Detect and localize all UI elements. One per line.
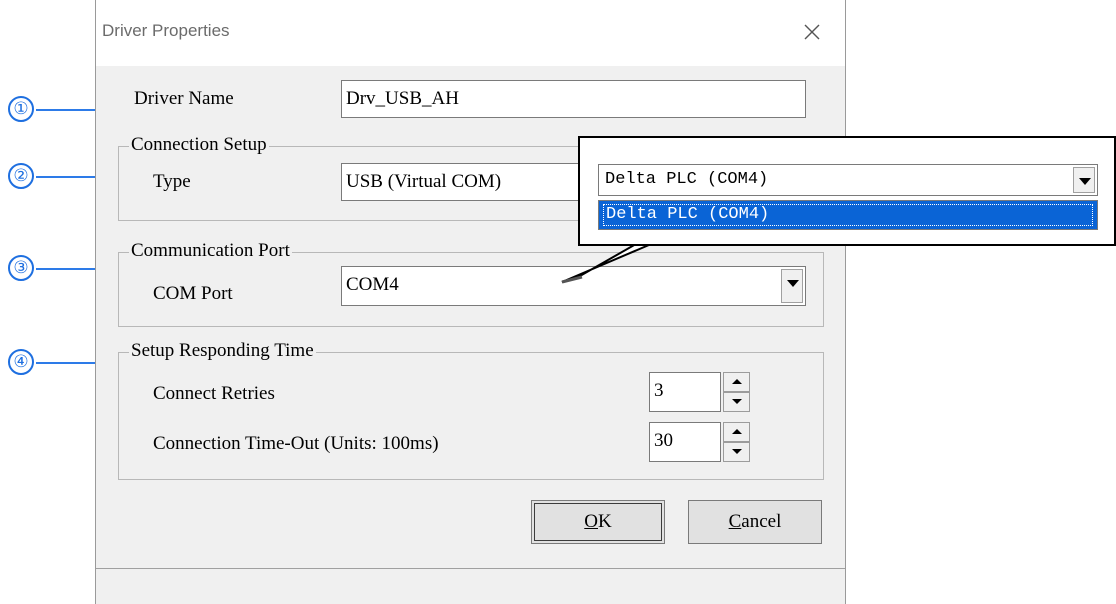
ok-label-rest: K [598,511,612,532]
status-bar-divider [96,568,845,569]
connection-setup-legend: Connection Setup [129,134,269,156]
popup-list-item-selected[interactable]: Delta PLC (COM4) [603,204,1093,226]
popup-port-combo[interactable]: Delta PLC (COM4) [598,164,1098,196]
cancel-label-rest: ancel [741,511,782,532]
close-icon [804,24,820,40]
type-label: Type [153,171,191,192]
connect-retries-label: Connect Retries [153,383,275,404]
title-bar: Driver Properties [96,0,845,66]
driver-properties-dialog: Driver Properties Driver Name Drv_USB_AH… [95,0,846,604]
cancel-button[interactable]: Cancel [688,500,822,544]
ok-mnemonic: O [584,511,598,532]
driver-name-input[interactable]: Drv_USB_AH [341,80,806,118]
cancel-mnemonic: C [728,511,742,532]
connect-retries-value: 3 [654,380,664,401]
connection-timeout-label: Connection Time-Out (Units: 100ms) [153,433,439,454]
connection-timeout-value: 30 [654,430,673,451]
com-port-label: COM Port [153,283,233,304]
callout-arrow-2 [36,172,108,182]
callout-arrow-4 [36,358,108,368]
dropdown-arrow-icon[interactable] [781,269,803,303]
ok-button[interactable]: OK [531,500,665,544]
connection-timeout-input[interactable]: 30 [649,422,721,462]
communication-port-legend: Communication Port [129,240,292,262]
connect-retries-input[interactable]: 3 [649,372,721,412]
driver-name-value: Drv_USB_AH [346,88,459,109]
spin-up-icon[interactable] [723,372,750,392]
dropdown-arrow-icon[interactable] [1073,167,1095,193]
popup-combo-value: Delta PLC (COM4) [605,170,769,189]
dialog-title: Driver Properties [102,21,230,40]
spin-up-icon[interactable] [723,422,750,442]
callout-marker-1: ① [8,96,34,122]
com-port-zoom-callout: Delta PLC (COM4) Delta PLC (COM4) [578,136,1116,246]
popup-port-list: Delta PLC (COM4) [598,200,1098,230]
callout-marker-2: ② [8,163,34,189]
callout-marker-4: ④ [8,349,34,375]
spin-down-icon[interactable] [723,442,750,462]
spin-down-icon[interactable] [723,392,750,412]
callout-arrow-3 [36,264,108,274]
close-button[interactable] [795,15,829,49]
connection-timeout-spinner[interactable] [723,422,750,462]
driver-name-label: Driver Name [134,88,234,109]
connect-retries-spinner[interactable] [723,372,750,412]
type-value: USB (Virtual COM) [346,171,502,192]
responding-time-legend: Setup Responding Time [129,340,316,362]
com-port-value: COM4 [346,274,399,295]
callout-arrow-1 [36,105,108,115]
callout-marker-3: ③ [8,255,34,281]
